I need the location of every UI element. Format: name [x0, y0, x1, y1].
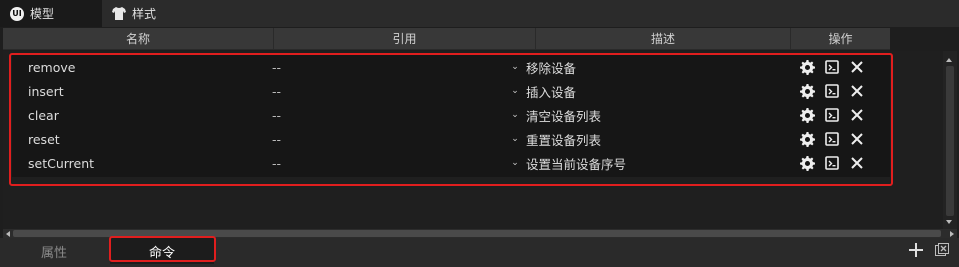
command-name[interactable]: reset: [12, 132, 270, 147]
tab-model[interactable]: UI 模型: [0, 0, 102, 27]
command-name[interactable]: insert: [12, 84, 270, 99]
close-icon[interactable]: [849, 131, 865, 147]
chevron-down-icon[interactable]: ⌄: [510, 86, 520, 96]
tab-style-label: 样式: [132, 7, 157, 21]
command-description-text: 清空设备列表: [526, 108, 602, 124]
clear-list-icon: [935, 243, 949, 256]
horizontal-scroll-thumb[interactable]: [13, 230, 941, 237]
add-command-button[interactable]: [907, 241, 925, 259]
chevron-down-icon[interactable]: ⌄: [510, 158, 520, 168]
table-body: remove -- ⌄ 移除设备 insert -- ⌄ 插入设备 clear -- ⌄ 清空设备列表…: [3, 51, 943, 229]
scroll-down-icon[interactable]: [946, 220, 952, 224]
plus-icon: [909, 243, 923, 257]
command-name[interactable]: setCurrent: [12, 156, 270, 171]
command-description-text: 设置当前设备序号: [526, 156, 627, 172]
clear-commands-button[interactable]: [933, 241, 951, 259]
command-reference[interactable]: --: [270, 60, 510, 75]
tab-commands[interactable]: 命令: [110, 238, 214, 264]
row-actions: [795, 83, 865, 99]
column-header-name[interactable]: 名称: [3, 28, 274, 49]
close-icon[interactable]: [849, 107, 865, 123]
row-actions: [795, 107, 865, 123]
row-actions: [795, 59, 865, 75]
gear-icon[interactable]: [799, 83, 815, 99]
command-reference[interactable]: --: [270, 108, 510, 123]
chevron-down-icon[interactable]: ⌄: [510, 110, 520, 120]
scroll-right-icon[interactable]: [950, 231, 954, 237]
table-row[interactable]: remove -- ⌄ 移除设备: [12, 55, 890, 79]
logo-icon: UI: [10, 6, 24, 21]
command-description[interactable]: ⌄ 插入设备: [510, 82, 795, 101]
command-description[interactable]: ⌄ 移除设备: [510, 58, 795, 77]
row-actions: [795, 155, 865, 171]
command-description-text: 重置设备列表: [526, 132, 602, 148]
code-icon[interactable]: [824, 155, 840, 171]
tab-style[interactable]: 样式: [102, 0, 167, 27]
command-list: remove -- ⌄ 移除设备 insert -- ⌄ 插入设备 clear -- ⌄ 清空设备列表…: [12, 55, 890, 177]
horizontal-scrollbar[interactable]: [3, 229, 957, 238]
scroll-up-icon[interactable]: [946, 58, 952, 62]
table-row[interactable]: clear -- ⌄ 清空设备列表: [12, 103, 890, 127]
code-icon[interactable]: [824, 59, 840, 75]
table-row[interactable]: reset -- ⌄ 重置设备列表: [12, 127, 890, 151]
column-header-description[interactable]: 描述: [536, 28, 791, 49]
table-row[interactable]: insert -- ⌄ 插入设备: [12, 79, 890, 103]
column-header-operations[interactable]: 操作: [791, 28, 890, 49]
close-icon[interactable]: [849, 155, 865, 171]
command-description[interactable]: ⌄ 清空设备列表: [510, 106, 795, 125]
command-name[interactable]: clear: [12, 108, 270, 123]
command-reference[interactable]: --: [270, 156, 510, 171]
command-reference[interactable]: --: [270, 84, 510, 99]
chevron-down-icon[interactable]: ⌄: [510, 62, 520, 72]
close-icon[interactable]: [849, 83, 865, 99]
top-tab-bar: UI 模型 样式: [0, 0, 959, 27]
vertical-scroll-thumb[interactable]: [946, 66, 954, 216]
code-icon[interactable]: [824, 107, 840, 123]
table-row[interactable]: setCurrent -- ⌄ 设置当前设备序号: [12, 151, 890, 175]
code-icon[interactable]: [824, 131, 840, 147]
command-reference[interactable]: --: [270, 132, 510, 147]
gear-icon[interactable]: [799, 155, 815, 171]
command-name[interactable]: remove: [12, 60, 270, 75]
vertical-scrollbar[interactable]: [943, 51, 957, 229]
bottom-tab-bar: 属性 命令: [0, 238, 959, 267]
tab-properties[interactable]: 属性: [0, 238, 108, 264]
scroll-left-icon[interactable]: [6, 231, 10, 237]
command-description-text: 移除设备: [526, 60, 577, 76]
chevron-down-icon[interactable]: ⌄: [510, 134, 520, 144]
command-description[interactable]: ⌄ 设置当前设备序号: [510, 154, 795, 173]
gear-icon[interactable]: [799, 59, 815, 75]
code-icon[interactable]: [824, 83, 840, 99]
table-header: 名称 引用 描述 操作: [3, 28, 890, 50]
column-header-reference[interactable]: 引用: [274, 28, 536, 49]
gear-icon[interactable]: [799, 131, 815, 147]
row-actions: [795, 131, 865, 147]
gear-icon[interactable]: [799, 107, 815, 123]
command-description-text: 插入设备: [526, 84, 577, 100]
tab-model-label: 模型: [30, 7, 55, 21]
close-icon[interactable]: [849, 59, 865, 75]
shirt-icon: [112, 7, 126, 20]
command-description[interactable]: ⌄ 重置设备列表: [510, 130, 795, 149]
